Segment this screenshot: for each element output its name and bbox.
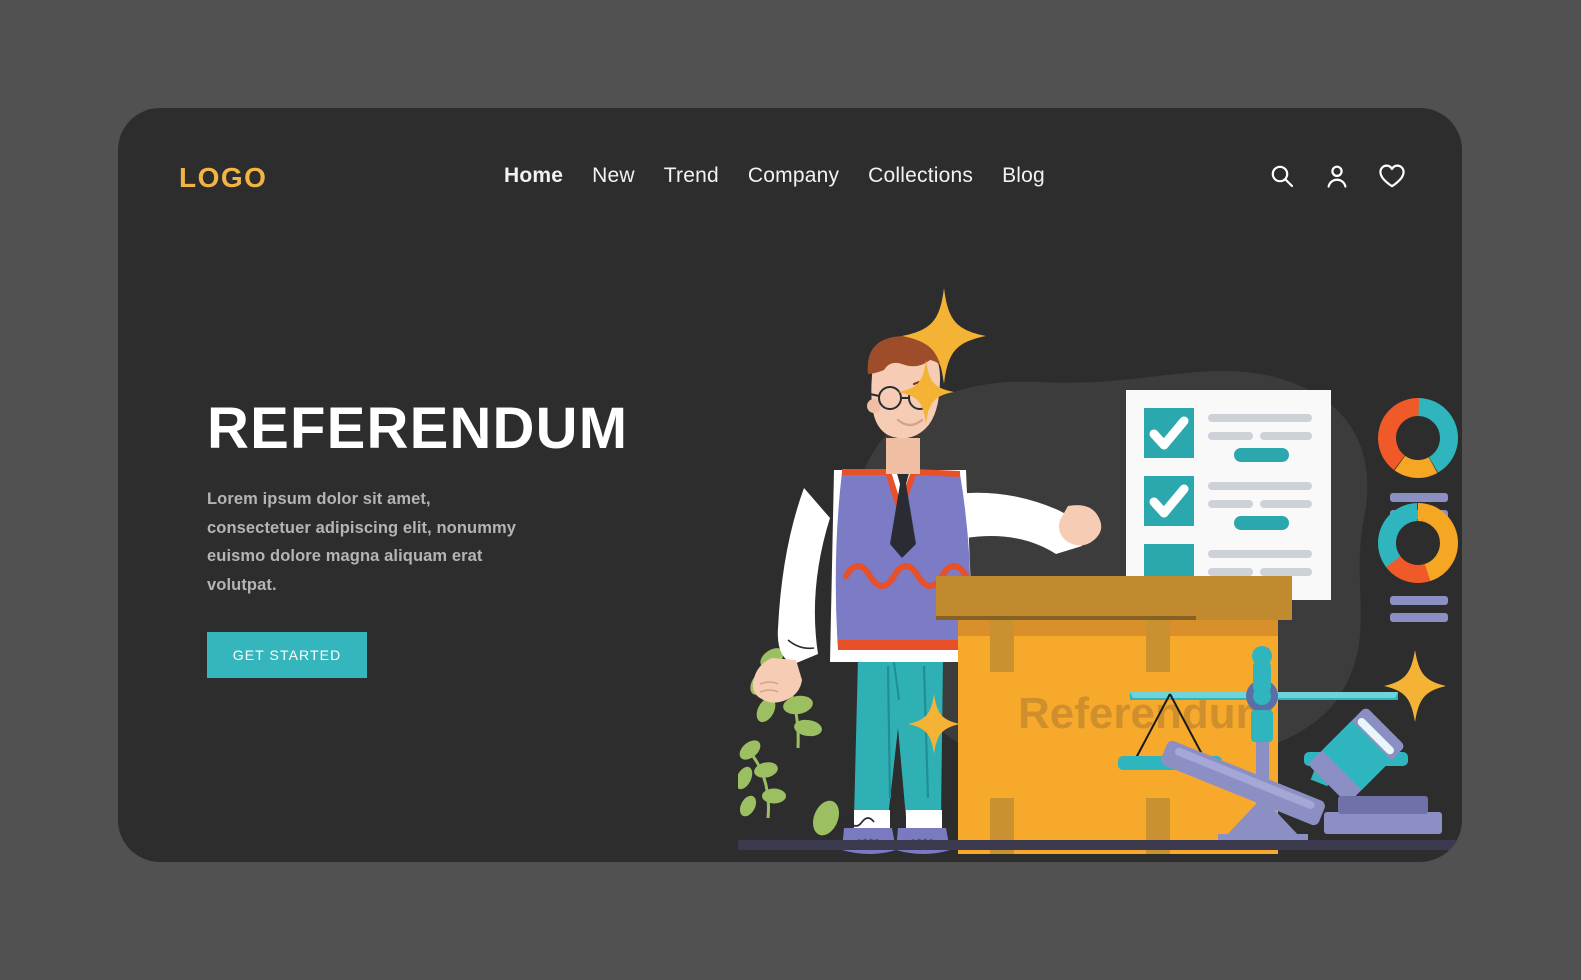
page-root: LOGO Home New Trend Company Collections … (0, 0, 1581, 980)
ground-line (738, 840, 1462, 850)
nav-item-trend[interactable]: Trend (664, 164, 719, 188)
nav-item-home[interactable]: Home (504, 164, 563, 188)
nav-item-collections[interactable]: Collections (868, 164, 973, 188)
hero-section: REFERENDUM Lorem ipsum dolor sit amet, c… (207, 396, 677, 679)
user-icon[interactable] (1323, 162, 1351, 190)
nav-item-company[interactable]: Company (748, 164, 839, 188)
get-started-button[interactable]: GET STARTED (207, 632, 367, 679)
main-navigation: Home New Trend Company Collections Blog (504, 164, 1045, 188)
page-title: REFERENDUM (207, 396, 629, 461)
header-actions (1268, 162, 1406, 190)
ballot-box: Referendum (936, 576, 1292, 854)
hero-subtitle: Lorem ipsum dolor sit amet, consectetuer… (207, 490, 517, 594)
donut-chart-bottom-bars (1390, 596, 1448, 622)
hero-illustration: Referendum (738, 258, 1462, 862)
checklist-document (1126, 390, 1331, 600)
search-icon[interactable] (1268, 162, 1296, 190)
nav-item-blog[interactable]: Blog (1002, 164, 1045, 188)
logo[interactable]: LOGO (179, 162, 267, 194)
site-header: LOGO Home New Trend Company Collections … (118, 108, 1462, 253)
donut-chart-top (1377, 398, 1458, 478)
sparkle-right (1384, 650, 1446, 722)
nav-item-new[interactable]: New (592, 164, 635, 188)
heart-icon[interactable] (1378, 162, 1406, 190)
donut-chart-bottom (1378, 503, 1458, 583)
hero-card: LOGO Home New Trend Company Collections … (118, 108, 1462, 862)
